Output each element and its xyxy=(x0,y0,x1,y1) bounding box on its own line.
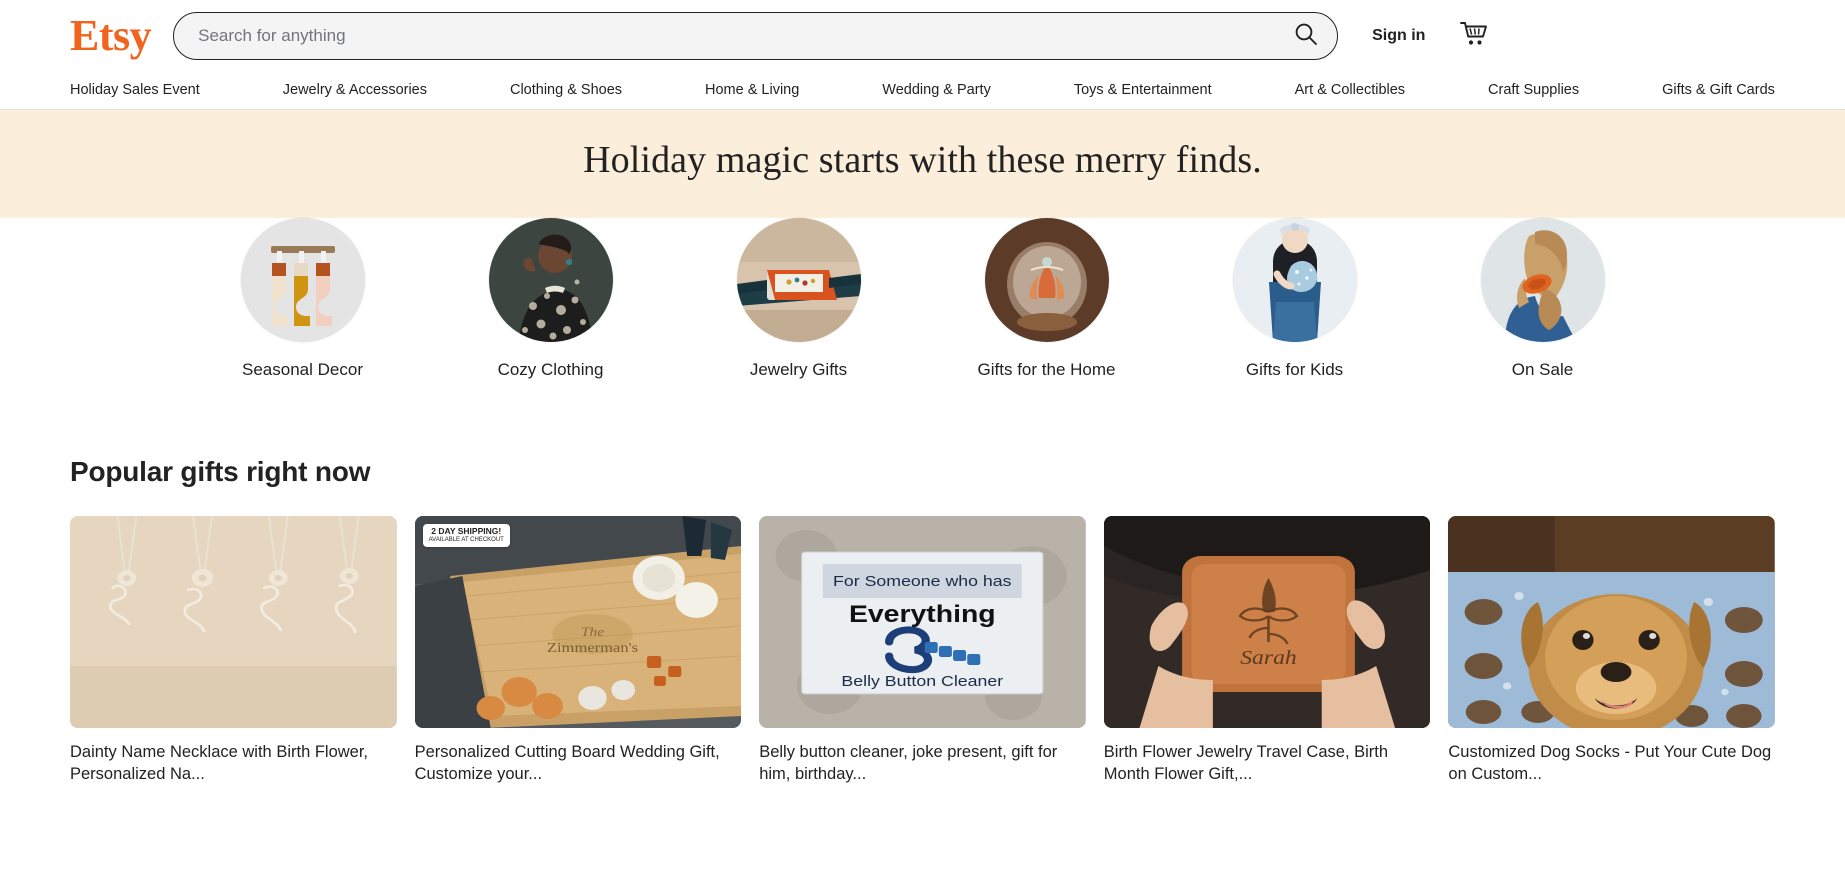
product-card[interactable]: Customized Dog Socks - Put Your Cute Dog… xyxy=(1448,516,1775,785)
seasonal-decor-image xyxy=(240,218,365,342)
category-gifts-for-kids[interactable]: Gifts for Kids xyxy=(1202,218,1388,380)
category-on-sale[interactable]: On Sale xyxy=(1450,218,1636,380)
search-icon xyxy=(1293,21,1319,50)
svg-text:Belly Button Cleaner: Belly Button Cleaner xyxy=(842,673,1004,689)
badge-line-2: SHIPPING! xyxy=(457,526,502,536)
badge-line-1: 2 DAY xyxy=(431,526,456,536)
category-label: Jewelry Gifts xyxy=(749,360,848,379)
nav-item-craft-supplies[interactable]: Craft Supplies xyxy=(1488,79,1579,101)
product-card[interactable]: Sarah Birth Flower Jewelry Travel Case, … xyxy=(1103,516,1431,785)
category-cozy-clothing[interactable]: Cozy Clothing xyxy=(458,218,644,380)
product-title: Personalized Cutting Board Wedding Gift,… xyxy=(414,743,720,783)
gifts-for-kids-image xyxy=(1232,218,1357,342)
gifts-for-home-image xyxy=(984,218,1109,342)
search-container xyxy=(173,11,1339,60)
category-circles-section: Seasonal Decor Cozy Clothing Jewelry Gif… xyxy=(0,218,1845,430)
category-label: Gifts for Kids xyxy=(1245,360,1344,379)
svg-text:For Someone who has: For Someone who has xyxy=(833,573,1011,589)
product-image-custom-dog-socks xyxy=(1448,516,1775,728)
product-image-name-necklace xyxy=(70,516,397,728)
category-nav: Holiday Sales Event Jewelry & Accessorie… xyxy=(0,71,1845,110)
svg-text:Sarah: Sarah xyxy=(1240,646,1297,669)
search-button[interactable] xyxy=(1288,18,1324,54)
product-image-cutting-board: The Zimmerman's 2 DAY SHIPPING! AVAILABL… xyxy=(414,516,742,728)
product-grid: Dainty Name Necklace with Birth Flower, … xyxy=(70,516,1775,785)
product-card[interactable]: For Someone who has Everything Belly But… xyxy=(759,516,1086,785)
nav-item-holiday-sales-event[interactable]: Holiday Sales Event xyxy=(70,79,200,101)
category-gifts-for-the-home[interactable]: Gifts for the Home xyxy=(954,218,1140,380)
svg-text:Everything: Everything xyxy=(849,600,996,627)
jewelry-gifts-image xyxy=(736,218,861,342)
section-heading: Popular gifts right now xyxy=(70,456,371,487)
sign-in-link[interactable]: Sign in xyxy=(1372,27,1425,45)
shipping-badge: 2 DAY SHIPPING! AVAILABLE AT CHECKOUT xyxy=(422,524,510,547)
header-actions: Sign in xyxy=(1372,20,1489,51)
product-card[interactable]: The Zimmerman's 2 DAY SHIPPING! AVAILABL… xyxy=(414,516,742,785)
site-header: Etsy Sign in xyxy=(0,0,1845,71)
category-label: Seasonal Decor xyxy=(242,360,363,379)
category-label: Gifts for the Home xyxy=(977,360,1116,379)
cart-button[interactable] xyxy=(1459,20,1489,51)
nav-item-jewelry-accessories[interactable]: Jewelry & Accessories xyxy=(283,79,427,101)
on-sale-image xyxy=(1480,218,1605,342)
product-image-jewelry-travel-case: Sarah xyxy=(1103,516,1431,728)
nav-item-clothing-shoes[interactable]: Clothing & Shoes xyxy=(510,79,622,101)
category-label: Cozy Clothing xyxy=(497,360,604,379)
nav-item-toys-entertainment[interactable]: Toys & Entertainment xyxy=(1074,79,1212,101)
cozy-clothing-image xyxy=(488,218,613,342)
category-jewelry-gifts[interactable]: Jewelry Gifts xyxy=(706,218,892,380)
category-seasonal-decor[interactable]: Seasonal Decor xyxy=(210,218,396,380)
category-label: On Sale xyxy=(1511,360,1574,379)
product-title: Birth Flower Jewelry Travel Case, Birth … xyxy=(1103,743,1389,783)
nav-item-wedding-party[interactable]: Wedding & Party xyxy=(882,79,991,101)
svg-text:The: The xyxy=(581,625,604,640)
svg-text:Zimmerman's: Zimmerman's xyxy=(546,640,637,656)
product-image-belly-button-cleaner: For Someone who has Everything Belly But… xyxy=(759,516,1086,728)
nav-item-gifts-gift-cards[interactable]: Gifts & Gift Cards xyxy=(1662,79,1775,101)
shopping-cart-icon xyxy=(1459,20,1489,51)
product-card[interactable]: Dainty Name Necklace with Birth Flower, … xyxy=(70,516,397,785)
badge-subtext: AVAILABLE AT CHECKOUT xyxy=(428,536,504,543)
etsy-logo[interactable]: Etsy xyxy=(70,13,152,58)
nav-item-home-living[interactable]: Home & Living xyxy=(705,79,799,101)
product-title: Belly button cleaner, joke present, gift… xyxy=(759,743,1058,783)
hero-headline: Holiday magic starts with these merry fi… xyxy=(583,139,1262,181)
nav-item-art-collectibles[interactable]: Art & Collectibles xyxy=(1295,79,1405,101)
search-input[interactable] xyxy=(173,11,1339,60)
popular-gifts-section: Popular gifts right now Dainty Name Neck… xyxy=(0,430,1845,785)
product-title: Customized Dog Socks - Put Your Cute Dog… xyxy=(1448,743,1772,783)
product-title: Dainty Name Necklace with Birth Flower, … xyxy=(70,743,369,783)
